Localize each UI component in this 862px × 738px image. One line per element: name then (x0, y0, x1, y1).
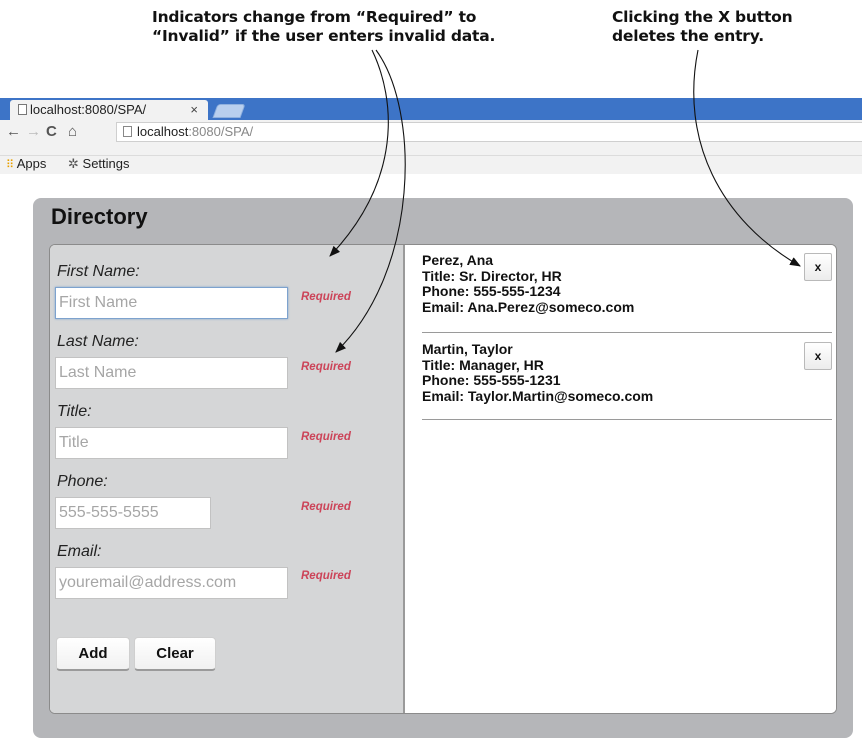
browser-toolbar: ← → C ⌂ localhost:8080/SPA/ (0, 120, 862, 156)
email-status: Required (301, 570, 351, 582)
page-title: Directory (51, 204, 148, 229)
entry-email: Email: Ana.Perez@someco.com (422, 298, 635, 315)
bookmark-settings[interactable]: ✲ Settings (68, 156, 130, 172)
content-box: First Name: Required Last Name: Required… (49, 244, 837, 714)
entry-name: Perez, Ana (422, 252, 494, 268)
entry-name: Martin, Taylor (422, 341, 513, 357)
last-name-label: Last Name: (57, 333, 139, 350)
last-name-status: Required (301, 361, 351, 373)
email-label: Email: (57, 543, 102, 560)
bookmark-settings-label: Settings (82, 156, 130, 171)
title-input[interactable] (55, 427, 288, 459)
delete-entry-button[interactable]: x (804, 253, 832, 281)
reload-icon[interactable]: C (46, 123, 57, 140)
page-icon (123, 126, 132, 137)
gear-icon: ✲ (68, 156, 79, 171)
list-item: Perez, Ana Title: Sr. Director, HR Phone… (422, 252, 832, 333)
add-button[interactable]: Add (56, 637, 130, 671)
close-icon[interactable]: × (190, 100, 198, 120)
page-icon (18, 104, 27, 115)
last-name-input[interactable] (55, 357, 288, 389)
annotation-delete-button: Clicking the X button deletes the entry. (612, 8, 852, 46)
phone-label: Phone: (57, 473, 108, 490)
home-icon[interactable]: ⌂ (68, 123, 77, 140)
title-status: Required (301, 431, 351, 443)
forward-arrow-icon[interactable]: → (26, 123, 41, 140)
title-label: Title: (57, 403, 92, 420)
entry-email: Email: Taylor.Martin@someco.com (422, 387, 654, 404)
list-item: Martin, Taylor Title: Manager, HR Phone:… (422, 341, 832, 420)
directory-app: Directory First Name: Required Last Name… (33, 198, 853, 738)
bookmarks-bar: ⠿ Apps ✲ Settings (0, 156, 862, 174)
phone-input[interactable] (55, 497, 211, 529)
new-tab-button[interactable] (212, 104, 246, 118)
annotation-line: deletes the entry. (612, 27, 764, 45)
annotation-line: Indicators change from “Required” to (152, 8, 477, 26)
entry-phone: Phone: 555-555-1234 (422, 283, 561, 299)
annotation-required-indicators: Indicators change from “Required” to “In… (152, 8, 572, 46)
browser-tabstrip: localhost:8080/SPA/ × (0, 98, 862, 120)
browser-tab[interactable]: localhost:8080/SPA/ × (10, 100, 208, 120)
back-arrow-icon[interactable]: ← (6, 123, 21, 140)
address-bar[interactable]: localhost:8080/SPA/ (116, 122, 862, 142)
email-input[interactable] (55, 567, 288, 599)
bookmark-apps[interactable]: ⠿ Apps (6, 156, 46, 173)
delete-entry-button[interactable]: x (804, 342, 832, 370)
apps-grid-icon: ⠿ (6, 159, 14, 171)
first-name-status: Required (301, 291, 351, 303)
first-name-label: First Name: (57, 263, 140, 280)
url-path: :8080/SPA/ (188, 124, 254, 139)
entry-title: Title: Sr. Director, HR (422, 267, 562, 284)
directory-list: Perez, Ana Title: Sr. Director, HR Phone… (407, 245, 836, 713)
phone-status: Required (301, 501, 351, 513)
entry-phone: Phone: 555-555-1231 (422, 372, 561, 388)
url-host: localhost (137, 124, 189, 139)
annotation-line: Clicking the X button (612, 8, 793, 26)
entry-title: Title: Manager, HR (422, 356, 544, 373)
tab-title: localhost:8080/SPA/ (30, 102, 147, 117)
clear-button[interactable]: Clear (134, 637, 216, 671)
page-viewport: Directory First Name: Required Last Name… (0, 174, 862, 738)
first-name-input[interactable] (55, 287, 288, 319)
entry-form: First Name: Required Last Name: Required… (50, 245, 405, 713)
bookmark-apps-label: Apps (16, 156, 47, 171)
annotation-line: “Invalid” if the user enters invalid dat… (152, 27, 496, 45)
